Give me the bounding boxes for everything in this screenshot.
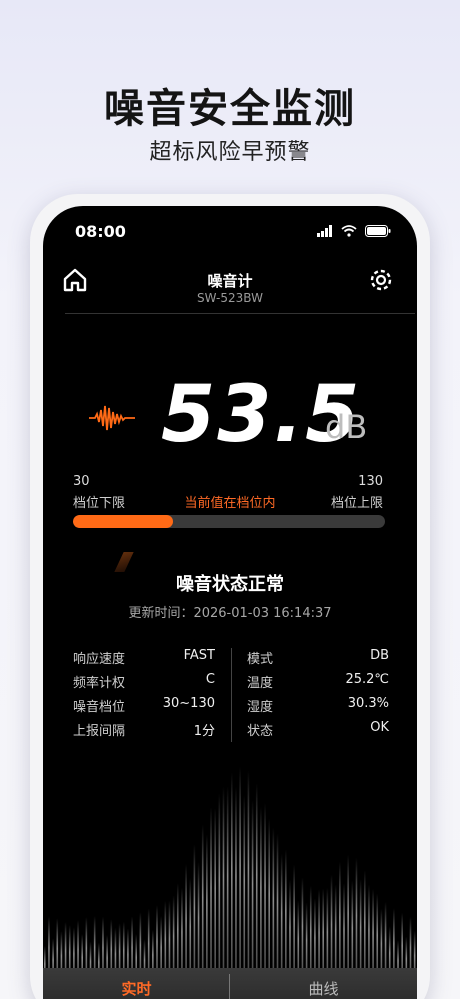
info-row: 上报间隔 1分 [73,720,215,744]
info-value: DB [370,648,389,663]
promo-title: 噪音安全监测 [104,86,356,132]
promo-subtitle: 超标风险早预警 [149,140,311,165]
tab-bar: 实时 曲线 [43,968,417,999]
info-row: 温度 25.2℃ [247,672,389,696]
range-max-value: 130 [358,474,383,489]
spectrum-bar [347,854,349,986]
spectrum-bar [268,818,270,986]
spectrum-bar [231,772,233,986]
sound-wave-icon [89,405,135,431]
info-row: 频率计权 C [73,672,215,696]
range-max-label: 档位上限 [330,496,383,511]
spectrum-bar [276,833,279,986]
info-value: 25.2℃ [345,672,389,687]
noise-unit: dB [325,408,368,446]
spectrum-bar [193,844,196,986]
status-icons [317,225,391,237]
spectrum-bar [206,834,208,986]
spectrum-bar [247,770,250,986]
spectrum-bar [214,808,216,986]
info-panel: 响应速度 FAST 频率计权 C 噪音档位 30~130 上报间隔 1分 模式 DB 温度… [73,648,389,744]
info-row: 噪音档位 30~130 [73,696,215,720]
info-key: 模式 [247,652,274,667]
info-value: OK [370,720,389,735]
tab-curve[interactable]: 曲线 [230,978,417,999]
info-left-column: 响应速度 FAST 频率计权 C 噪音档位 30~130 上报间隔 1分 [73,648,215,744]
status-time: 08:00 [75,222,126,241]
spectrum-bar [226,786,229,986]
info-key: 噪音档位 [73,700,126,715]
info-value: FAST [183,648,215,663]
info-key: 湿度 [247,700,274,715]
spectrum-bar [264,802,266,986]
spectrum-bar [280,853,283,986]
spectrum-bar [210,806,212,986]
spectrum-bar [255,783,258,986]
spectrum-bar [239,766,241,986]
spectrum-bar [272,827,275,986]
update-time: 更新时间：2026-01-03 16:14:37 [128,606,332,621]
spectrum-bar [222,786,225,986]
spectrum-bar [235,786,237,986]
info-row: 模式 DB [247,648,389,672]
divider [65,313,415,314]
level-progress-track [73,515,385,528]
info-key: 响应速度 [73,652,126,667]
info-row: 响应速度 FAST [73,648,215,672]
info-value: 30~130 [162,696,215,711]
info-key: 频率计权 [73,676,126,691]
info-right-column: 模式 DB 温度 25.2℃ 湿度 30.3% 状态 OK [247,648,389,744]
info-key: 状态 [247,724,274,739]
tab-realtime[interactable]: 实时 [43,978,230,999]
page-title: 噪音计 [207,272,253,290]
gear-icon[interactable] [367,266,395,294]
device-model: SW-523BW [197,291,263,305]
info-row: 湿度 30.3% [247,696,389,720]
battery-icon [365,225,391,237]
spectrum-bar [218,793,221,986]
wifi-icon [341,225,357,237]
spectrum-bar [260,806,262,986]
decorative-mark [114,552,134,572]
info-row: 状态 OK [247,720,389,744]
signal-icon [317,225,332,237]
level-progress-fill [73,515,173,528]
spectrum-bar [355,857,358,986]
app-screen: 08:00 噪音计 SW-523BW 53.5 dB 30 130 档位下限 当… [43,206,417,999]
info-key: 温度 [247,676,274,691]
info-value: 30.3% [347,696,389,711]
info-value: C [205,672,215,687]
spectrum-bar [243,794,246,986]
info-value: 1分 [193,724,215,739]
spectrum-bar [251,800,254,986]
spectrum-bar [285,849,287,986]
noise-state: 噪音状态正常 [176,574,284,595]
spectrum-bar [201,824,204,986]
noise-spectrum-visual [44,766,416,986]
range-min-value: 30 [73,474,90,489]
status-bar: 08:00 [43,222,417,244]
info-key: 上报间隔 [73,724,126,739]
nav-bar: 噪音计 SW-523BW [43,260,417,312]
info-divider [231,648,232,742]
